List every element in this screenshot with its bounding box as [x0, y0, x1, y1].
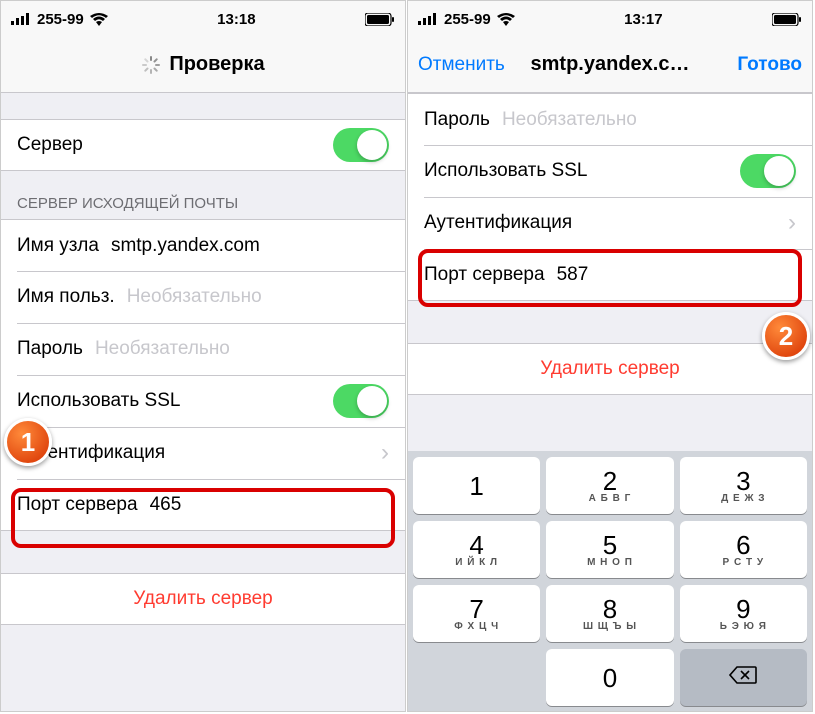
password-row[interactable]: Пароль Необязательно	[1, 323, 405, 375]
signal-icon	[418, 13, 438, 25]
key-9[interactable]: 9Ь Э Ю Я	[680, 585, 807, 642]
delete-server-label: Удалить сервер	[540, 358, 679, 380]
key-8[interactable]: 8Ш Щ Ъ Ы	[546, 585, 673, 642]
port-row[interactable]: Порт сервера 465	[1, 479, 405, 531]
wifi-icon	[497, 13, 515, 26]
port-value: 587	[557, 264, 589, 286]
password-label: Пароль	[17, 338, 83, 360]
chevron-right-icon: ›	[381, 439, 389, 467]
ssl-label: Использовать SSL	[424, 160, 587, 182]
content-right: Пароль Необязательно Использовать SSL Ау…	[408, 93, 812, 451]
key-6[interactable]: 6Р С Т У	[680, 521, 807, 578]
step-badge-2: 2	[762, 312, 810, 360]
auth-label: Аутентификация	[424, 212, 572, 234]
numeric-keypad: 1 2А Б В Г 3Д Е Ж З 4И Й К Л 5М Н О П 6Р…	[408, 451, 812, 711]
key-blank	[413, 649, 540, 706]
nav-bar: Проверка	[1, 37, 405, 93]
key-3[interactable]: 3Д Е Ж З	[680, 457, 807, 514]
nav-title: smtp.yandex.c…	[531, 53, 690, 76]
clock: 13:17	[624, 11, 662, 28]
status-bar: 255-99 13:17	[408, 1, 812, 37]
server-toggle[interactable]	[333, 128, 389, 162]
wifi-icon	[90, 13, 108, 26]
username-label: Имя польз.	[17, 286, 115, 308]
nav-title: Проверка	[169, 53, 264, 76]
ssl-label: Использовать SSL	[17, 390, 180, 412]
battery-icon	[772, 13, 802, 26]
carrier-label: 255-99	[37, 11, 84, 28]
key-1[interactable]: 1	[413, 457, 540, 514]
password-placeholder: Необязательно	[95, 338, 230, 360]
clock: 13:18	[217, 11, 255, 28]
auth-row[interactable]: Аутентификация ›	[1, 427, 405, 479]
step-badge-1: 1	[4, 418, 52, 466]
content-left: Сервер Сервер исходящей почты Имя узла s…	[1, 93, 405, 711]
key-2[interactable]: 2А Б В Г	[546, 457, 673, 514]
delete-server-label: Удалить сервер	[133, 588, 272, 610]
server-toggle-row[interactable]: Сервер	[1, 119, 405, 171]
key-4[interactable]: 4И Й К Л	[413, 521, 540, 578]
backspace-icon	[729, 665, 757, 690]
port-value: 465	[150, 494, 182, 516]
done-button[interactable]: Готово	[737, 54, 802, 76]
carrier-label: 255-99	[444, 11, 491, 28]
username-placeholder: Необязательно	[127, 286, 262, 308]
port-row[interactable]: Порт сервера 587	[408, 249, 812, 301]
ssl-toggle[interactable]	[333, 384, 389, 418]
section-header-outgoing: Сервер исходящей почты	[1, 171, 405, 219]
key-0[interactable]: 0	[546, 649, 673, 706]
key-backspace[interactable]	[680, 649, 807, 706]
auth-row[interactable]: Аутентификация ›	[408, 197, 812, 249]
phone-left: 255-99 13:18 Проверка Сервер Сервер исхо…	[0, 0, 406, 712]
password-label: Пароль	[424, 109, 490, 131]
cancel-button[interactable]: Отменить	[418, 54, 505, 76]
port-label: Порт сервера	[424, 264, 545, 286]
status-bar: 255-99 13:18	[1, 1, 405, 37]
spinner-icon	[141, 55, 161, 75]
chevron-right-icon: ›	[788, 209, 796, 237]
delete-server-button[interactable]: Удалить сервер	[408, 343, 812, 395]
battery-icon	[365, 13, 395, 26]
ssl-row[interactable]: Использовать SSL	[408, 145, 812, 197]
password-placeholder: Необязательно	[502, 109, 637, 131]
signal-icon	[11, 13, 31, 25]
key-7[interactable]: 7Ф Х Ц Ч	[413, 585, 540, 642]
nav-bar: Отменить smtp.yandex.c… Готово	[408, 37, 812, 93]
phone-right: 255-99 13:17 Отменить smtp.yandex.c… Гот…	[407, 0, 813, 712]
delete-server-button[interactable]: Удалить сервер	[1, 573, 405, 625]
server-label: Сервер	[17, 134, 83, 156]
ssl-toggle[interactable]	[740, 154, 796, 188]
host-value: smtp.yandex.com	[111, 235, 260, 257]
host-label: Имя узла	[17, 235, 99, 257]
username-row[interactable]: Имя польз. Необязательно	[1, 271, 405, 323]
ssl-row[interactable]: Использовать SSL	[1, 375, 405, 427]
password-row[interactable]: Пароль Необязательно	[408, 93, 812, 145]
host-row[interactable]: Имя узла smtp.yandex.com	[1, 219, 405, 271]
key-5[interactable]: 5М Н О П	[546, 521, 673, 578]
port-label: Порт сервера	[17, 494, 138, 516]
